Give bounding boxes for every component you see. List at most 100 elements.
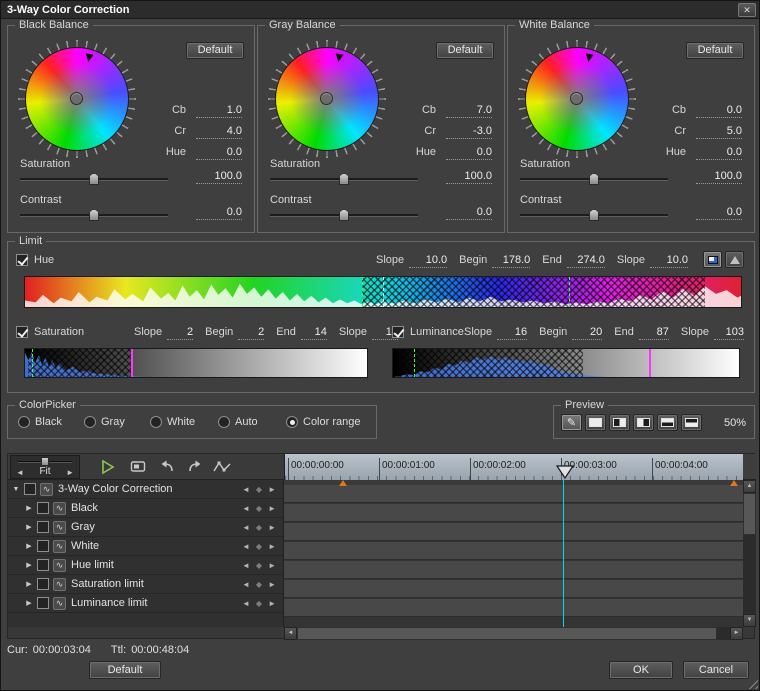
expand-closed-icon[interactable]: ▶	[24, 580, 34, 588]
next-keyframe-icon[interactable]: ►	[268, 523, 276, 532]
tree-row-luminance-limit[interactable]: ▶ ∿ Luminance limit ◄ ◆ ►	[8, 594, 283, 613]
tree-row-hue-limit[interactable]: ▶ ∿ Hue limit ◄ ◆ ►	[8, 556, 283, 575]
row-checkbox[interactable]	[37, 597, 49, 609]
row-checkbox[interactable]	[37, 540, 49, 552]
luminance-end-line[interactable]	[649, 349, 652, 377]
add-keyframe-icon[interactable]: ◆	[256, 580, 262, 589]
saturation-limit-checkbox[interactable]	[16, 326, 28, 338]
add-keyframe-icon[interactable]: ◆	[256, 523, 262, 532]
scroll-up-icon[interactable]: ▲	[743, 480, 756, 493]
wheel-balance-handle[interactable]	[320, 92, 333, 105]
next-keyframe-icon[interactable]: ►	[268, 561, 276, 570]
gray-saturation-value[interactable]: 100.0	[446, 170, 492, 184]
radio-auto-control[interactable]	[218, 416, 230, 428]
horizontal-scroll-thumb[interactable]	[297, 627, 717, 640]
tree-row-3way[interactable]: ▼ ∿ 3-Way Color Correction ◄ ◆ ►	[8, 480, 283, 499]
gray-default-button[interactable]: Default	[436, 42, 494, 59]
slider-thumb[interactable]	[89, 209, 99, 221]
scroll-down-icon[interactable]: ▼	[743, 614, 756, 627]
hue-value[interactable]: 0.0	[446, 146, 492, 160]
prev-keyframe-icon[interactable]: ◄	[242, 485, 250, 494]
slope-value[interactable]: 2	[167, 326, 194, 340]
prev-keyframe-icon[interactable]: ◄	[242, 504, 250, 513]
wheel-balance-handle[interactable]	[70, 92, 83, 105]
color-wheel-gradient[interactable]	[275, 47, 379, 151]
radio-black[interactable]: Black	[18, 416, 62, 428]
begin-value[interactable]: 2	[238, 326, 265, 340]
cr-value[interactable]: -3.0	[446, 125, 492, 139]
preview-split-right-button[interactable]	[633, 414, 654, 431]
horizontal-scrollbar[interactable]: ◄ ►	[284, 627, 743, 640]
limit-color-view-button[interactable]	[703, 251, 722, 268]
white-color-wheel[interactable]	[518, 40, 636, 158]
vertical-scroll-thumb[interactable]	[743, 493, 756, 535]
add-keyframe-icon[interactable]: ◆	[256, 504, 262, 513]
radio-auto[interactable]: Auto	[218, 416, 258, 428]
gray-contrast-slider[interactable]	[270, 208, 418, 221]
black-saturation-value[interactable]: 100.0	[196, 170, 242, 184]
hue-end-line[interactable]	[569, 277, 571, 307]
timeline-ruler[interactable]: 00:00:00:00 00:00:01:00 00:00:02:00 00:0…	[284, 454, 743, 480]
expand-closed-icon[interactable]: ▶	[24, 599, 34, 607]
track-row[interactable]	[284, 504, 743, 522]
white-saturation-slider[interactable]	[520, 172, 668, 185]
next-keyframe-icon[interactable]: ►	[268, 504, 276, 513]
limit-histogram-view-button[interactable]	[725, 251, 744, 268]
cb-value[interactable]: 7.0	[446, 104, 492, 118]
next-keyframe-icon[interactable]: ►	[268, 580, 276, 589]
cr-value[interactable]: 4.0	[196, 125, 242, 139]
saturation-end-line[interactable]	[131, 349, 134, 377]
expand-closed-icon[interactable]: ▶	[24, 504, 34, 512]
next-keyframe-icon[interactable]: ►	[268, 599, 276, 608]
hue-value[interactable]: 0.0	[696, 146, 742, 160]
expand-closed-icon[interactable]: ▶	[24, 561, 34, 569]
gray-contrast-value[interactable]: 0.0	[446, 206, 492, 220]
add-keyframe-icon[interactable]: ◆	[256, 485, 262, 494]
tree-row-black[interactable]: ▶ ∿ Black ◄ ◆ ►	[8, 499, 283, 518]
tree-row-white[interactable]: ▶ ∿ White ◄ ◆ ►	[8, 537, 283, 556]
slope-value[interactable]: 103	[714, 326, 744, 340]
playhead-marker[interactable]	[556, 465, 574, 479]
preview-pen-button[interactable]: ✎	[561, 414, 582, 431]
prev-keyframe-icon[interactable]: ◄	[242, 523, 250, 532]
color-wheel-gradient[interactable]	[525, 47, 629, 151]
black-contrast-value[interactable]: 0.0	[196, 206, 242, 220]
black-saturation-slider[interactable]	[20, 172, 168, 185]
begin-value[interactable]: 178.0	[492, 254, 531, 268]
radio-gray[interactable]: Gray	[84, 416, 125, 428]
track-row[interactable]	[284, 599, 743, 617]
hue-limit-spectrum-bar[interactable]	[24, 276, 742, 308]
add-keyframe-icon[interactable]: ◆	[256, 561, 262, 570]
end-value[interactable]: 87	[638, 326, 669, 340]
luminance-begin-line[interactable]	[413, 349, 415, 377]
zoom-in-icon[interactable]: ►	[66, 468, 74, 477]
next-keyframe-icon[interactable]: ►	[268, 542, 276, 551]
scroll-left-icon[interactable]: ◄	[284, 627, 297, 640]
zoom-slider-thumb[interactable]	[41, 457, 49, 466]
slider-thumb[interactable]	[339, 209, 349, 221]
cancel-button[interactable]: Cancel	[683, 661, 749, 679]
prev-keyframe-icon[interactable]: ◄	[242, 580, 250, 589]
row-checkbox[interactable]	[37, 502, 49, 514]
slope-value[interactable]: 16	[497, 326, 528, 340]
tree-row-saturation-limit[interactable]: ▶ ∿ Saturation limit ◄ ◆ ►	[8, 575, 283, 594]
luminance-limit-bar[interactable]	[392, 348, 740, 378]
cb-value[interactable]: 1.0	[196, 104, 242, 118]
white-saturation-value[interactable]: 100.0	[696, 170, 742, 184]
preview-full-button[interactable]	[585, 414, 606, 431]
slope-value[interactable]: 10.0	[409, 254, 448, 268]
radio-white[interactable]: White	[150, 416, 195, 428]
radio-color-range[interactable]: Color range	[286, 416, 360, 428]
end-value[interactable]: 274.0	[566, 254, 605, 268]
hue-value[interactable]: 0.0	[196, 146, 242, 160]
gray-saturation-slider[interactable]	[270, 172, 418, 185]
tree-row-gray[interactable]: ▶ ∿ Gray ◄ ◆ ►	[8, 518, 283, 537]
radio-black-control[interactable]	[18, 416, 30, 428]
preview-zoom-value[interactable]: 50%	[724, 417, 746, 429]
vertical-scrollbar[interactable]: ▲ ▼	[743, 480, 756, 627]
radio-white-control[interactable]	[150, 416, 162, 428]
track-row[interactable]	[284, 523, 743, 541]
saturation-begin-line[interactable]	[31, 349, 33, 377]
row-checkbox[interactable]	[37, 521, 49, 533]
add-keyframe-icon[interactable]: ◆	[256, 542, 262, 551]
